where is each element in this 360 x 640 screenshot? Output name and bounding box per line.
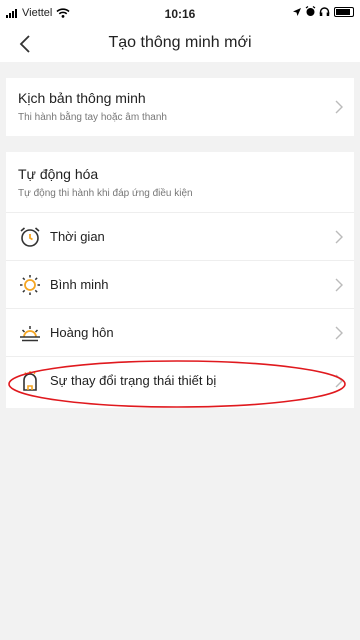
automation-item-label: Thời gian <box>50 229 105 244</box>
automation-item-label: Bình minh <box>50 277 109 292</box>
chevron-right-icon <box>335 278 343 292</box>
automation-item-label: Hoàng hôn <box>50 325 114 340</box>
automation-item-time[interactable]: Thời gian <box>6 212 354 260</box>
automation-subtitle: Tự động thi hành khi đáp ứng điều kiện <box>18 188 193 199</box>
location-arrow-icon <box>293 7 301 16</box>
headphones-icon <box>319 7 330 16</box>
battery-icon <box>334 6 354 17</box>
alarm-icon <box>305 6 316 16</box>
automation-item-sunrise[interactable]: Bình minh <box>6 260 354 308</box>
smart-scenario-title: Kịch bản thông minh <box>18 90 146 106</box>
nav-bar: Tạo thông minh mới <box>0 26 360 62</box>
automation-item-sunset[interactable]: Hoàng hôn <box>6 308 354 356</box>
status-right <box>292 6 354 17</box>
status-bar: Viettel 10:16 <box>0 0 360 26</box>
chevron-right-icon <box>335 100 343 114</box>
sunset-icon <box>20 326 40 342</box>
automation-title: Tự động hóa <box>18 166 99 182</box>
chevron-right-icon <box>335 230 343 244</box>
smart-scenario-card[interactable]: Kịch bản thông minh Thi hành bằng tay ho… <box>6 78 354 136</box>
highlight-ellipse <box>8 360 346 408</box>
smart-scenario-subtitle: Thi hành bằng tay hoặc âm thanh <box>18 112 167 123</box>
page-title: Tạo thông minh mới <box>108 34 252 51</box>
sunrise-icon <box>20 275 40 295</box>
chevron-right-icon <box>335 326 343 340</box>
alarm-clock-icon <box>20 227 40 247</box>
